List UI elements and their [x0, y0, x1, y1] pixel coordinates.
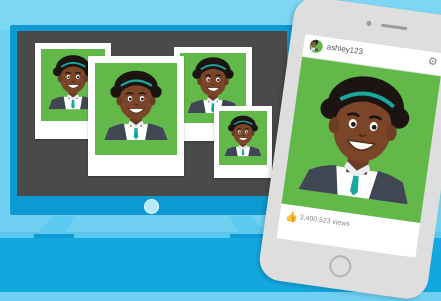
person-illustration — [95, 63, 177, 155]
monitor-stand — [34, 216, 270, 238]
post-image — [281, 56, 441, 223]
username[interactable]: ashley123 — [326, 42, 363, 56]
phone-speaker — [381, 23, 408, 31]
person-illustration — [219, 111, 267, 165]
gear-icon[interactable]: ⚙ — [427, 55, 439, 69]
phone-home-button — [327, 253, 353, 279]
avatar[interactable] — [308, 38, 324, 54]
person-illustration — [282, 57, 441, 223]
phone-camera — [366, 20, 372, 27]
thumbs-up-icon[interactable]: 👍 — [285, 211, 299, 224]
phone-screen: ashley123 ⚙ 👍 3,400,523 views — [276, 34, 441, 258]
photo-card — [214, 106, 272, 178]
views-count: 3,400,523 views — [299, 214, 351, 229]
photo-card — [88, 56, 184, 176]
monitor-power-button — [144, 199, 159, 214]
